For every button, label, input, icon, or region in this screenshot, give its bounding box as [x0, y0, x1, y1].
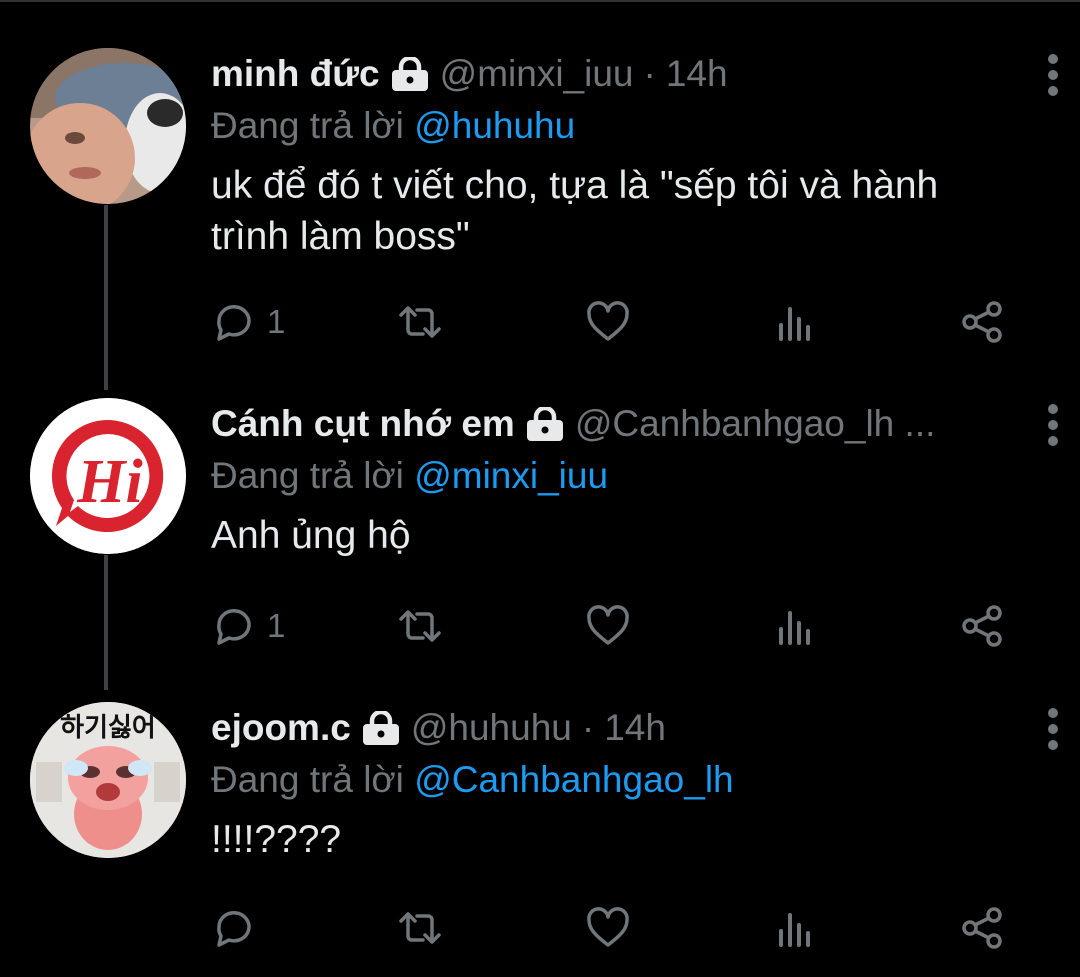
thread-connector — [104, 205, 108, 390]
retweet-button[interactable] — [397, 596, 443, 656]
analytics-button[interactable] — [771, 292, 817, 352]
replying-to: Đang trả lời @huhuhu — [211, 100, 1010, 152]
crying-pink-character-sticker-icon: 하기싫어 — [30, 702, 186, 858]
reply-prefix: Đang trả lời — [211, 455, 404, 496]
user-handle[interactable]: @huhuhu — [411, 707, 572, 749]
reply-mention-link[interactable]: @Canhbanhgao_lh — [414, 759, 733, 800]
separator-dot: · — [581, 707, 595, 748]
retweet-button[interactable] — [397, 292, 443, 352]
user-handle[interactable]: @Canhbanhgao_lh ... — [575, 403, 936, 445]
tweet-text: !!!!???? — [211, 818, 342, 861]
reply-mention-link[interactable]: @huhuhu — [414, 105, 575, 146]
retweet-button[interactable] — [397, 898, 443, 958]
heart-icon — [587, 605, 629, 645]
person-with-pet-photo-icon — [30, 48, 186, 204]
reply-mention-link[interactable]: @minxi_iuu — [414, 455, 608, 496]
separator-dot: · — [643, 53, 656, 94]
reply-prefix: Đang trả lời — [211, 759, 404, 800]
tweet-text: uk để đó t viết cho, tựa là "sếp tôi và … — [211, 164, 939, 258]
display-name[interactable]: ejoom.c — [211, 707, 351, 749]
analytics-icon — [779, 611, 810, 645]
share-button[interactable] — [959, 596, 1005, 656]
tweet-text: Anh ủng hộ — [211, 514, 411, 557]
thread-connector — [104, 555, 108, 690]
comment-icon — [217, 609, 251, 645]
avatar-caption: 하기싫어 — [60, 713, 156, 743]
reply-button[interactable] — [211, 898, 267, 958]
lock-icon — [526, 407, 563, 441]
heart-icon — [587, 301, 629, 341]
reply-count: 1 — [267, 303, 286, 340]
action-bar — [211, 898, 1011, 958]
avatar[interactable]: 하기싫어 — [30, 702, 186, 858]
comment-icon — [217, 911, 251, 947]
display-name[interactable]: Cánh cụt nhớ em — [211, 403, 515, 445]
avatar[interactable] — [30, 48, 186, 204]
retweet-icon — [399, 306, 441, 338]
lock-icon — [391, 57, 428, 91]
retweet-icon — [399, 912, 441, 944]
avatar[interactable]: Hi — [30, 398, 186, 554]
share-icon — [962, 301, 1002, 343]
retweet-icon — [399, 610, 441, 642]
svg-text:Hi: Hi — [76, 448, 142, 516]
action-bar: 1 — [211, 596, 1011, 656]
share-button[interactable] — [959, 292, 1005, 352]
hi-speech-bubble-logo-icon: Hi — [30, 398, 186, 554]
analytics-button[interactable] — [771, 898, 817, 958]
timestamp[interactable]: 14h — [604, 707, 666, 749]
action-bar: 1 — [211, 292, 1011, 352]
replying-to: Đang trả lời @minxi_iuu — [211, 450, 1010, 502]
like-button[interactable] — [585, 596, 631, 656]
reply-button[interactable]: 1 — [211, 596, 285, 656]
comment-icon — [217, 305, 251, 341]
heart-icon — [587, 907, 629, 947]
share-icon — [962, 907, 1002, 949]
reply-count: 1 — [267, 607, 286, 644]
analytics-button[interactable] — [771, 596, 817, 656]
user-handle[interactable]: @minxi_iuu — [440, 53, 634, 95]
top-divider — [0, 0, 1080, 2]
share-icon — [962, 605, 1002, 647]
replying-to: Đang trả lời @Canhbanhgao_lh — [211, 754, 1010, 806]
display-name[interactable]: minh đức — [211, 53, 380, 95]
reply-prefix: Đang trả lời — [211, 105, 404, 146]
analytics-icon — [779, 307, 810, 341]
like-button[interactable] — [585, 898, 631, 958]
share-button[interactable] — [959, 898, 1005, 958]
reply-button[interactable]: 1 — [211, 292, 285, 352]
like-button[interactable] — [585, 292, 631, 352]
timestamp[interactable]: 14h — [666, 53, 728, 95]
lock-icon — [362, 711, 399, 745]
analytics-icon — [779, 913, 810, 947]
